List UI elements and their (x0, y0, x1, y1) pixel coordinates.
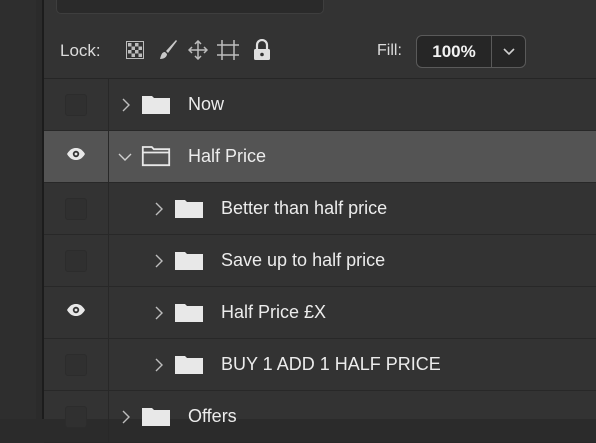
folder-icon (174, 197, 204, 219)
visibility-toggle[interactable] (44, 339, 109, 390)
hidden-visibility-box (65, 249, 87, 272)
chevron-right-icon[interactable] (153, 305, 165, 321)
layer-row[interactable]: Offers (44, 391, 596, 443)
chevron-right-icon[interactable] (153, 253, 165, 269)
layers-panel: Lock: Fill: 100% Now Half Price Better t… (44, 0, 596, 443)
eye-icon (66, 147, 86, 166)
layer-name: Better than half price (221, 198, 388, 218)
hidden-visibility-box (65, 197, 87, 220)
chevron-right-icon[interactable] (153, 201, 165, 217)
layer-row[interactable]: Better than half price (44, 183, 596, 235)
eye-icon (66, 303, 86, 322)
folder-icon (141, 93, 171, 115)
visibility-toggle[interactable] (44, 131, 109, 182)
lock-transparent-pixels-icon[interactable] (124, 39, 146, 61)
lock-label: Lock: (60, 40, 101, 60)
folder-icon (174, 353, 204, 375)
layer-row[interactable]: Now (44, 79, 596, 131)
chevron-down-icon[interactable] (117, 149, 133, 165)
filter-field[interactable] (56, 0, 324, 14)
layer-list: Now Half Price Better than half price Save … (44, 79, 596, 443)
layer-name: Half Price £X (221, 302, 327, 322)
chevron-right-icon[interactable] (120, 97, 132, 113)
chevron-right-icon[interactable] (120, 409, 132, 425)
layer-row[interactable]: Half Price (44, 131, 596, 183)
layer-row[interactable]: BUY 1 ADD 1 HALF PRICE (44, 339, 596, 391)
chevron-down-icon (502, 47, 515, 55)
fill-control[interactable]: 100% (416, 35, 526, 68)
chevron-right-icon[interactable] (153, 357, 165, 373)
fill-label: Fill: (377, 41, 402, 59)
folder-icon (174, 301, 204, 323)
lock-image-pixels-icon[interactable] (157, 39, 179, 61)
layer-name: Offers (188, 406, 237, 426)
folder-open-icon (141, 145, 171, 167)
left-gutter (0, 0, 36, 419)
visibility-toggle[interactable] (44, 235, 109, 286)
lock-all-icon[interactable] (251, 39, 273, 61)
layer-name: Save up to half price (221, 250, 386, 270)
layer-name: BUY 1 ADD 1 HALF PRICE (221, 354, 441, 374)
fill-value[interactable]: 100% (417, 36, 492, 67)
folder-icon (141, 405, 171, 427)
hidden-visibility-box (65, 93, 87, 116)
layer-name: Now (188, 94, 225, 114)
lock-bar: Lock: Fill: 100% (44, 23, 596, 79)
visibility-toggle[interactable] (44, 391, 109, 442)
visibility-toggle[interactable] (44, 183, 109, 234)
visibility-toggle[interactable] (44, 287, 109, 338)
hidden-visibility-box (65, 353, 87, 376)
lock-artboard-icon[interactable] (217, 39, 239, 61)
layer-name: Half Price (188, 146, 267, 166)
visibility-toggle[interactable] (44, 79, 109, 130)
hidden-visibility-box (65, 405, 87, 428)
layer-row[interactable]: Half Price £X (44, 287, 596, 339)
fill-dropdown-button[interactable] (492, 36, 525, 67)
layer-row[interactable]: Save up to half price (44, 235, 596, 287)
folder-icon (174, 249, 204, 271)
lock-position-icon[interactable] (187, 39, 209, 61)
